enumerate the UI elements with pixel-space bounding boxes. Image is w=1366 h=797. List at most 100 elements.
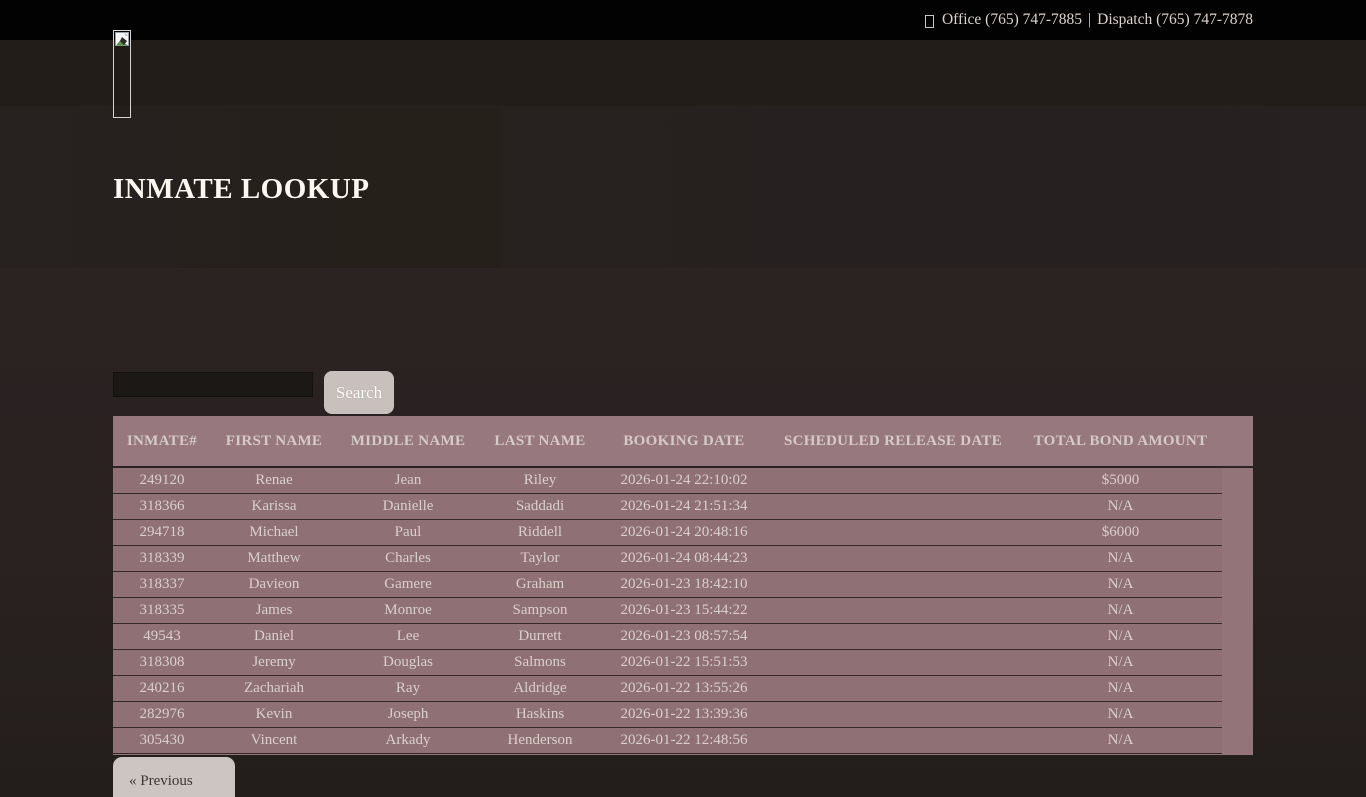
cell-last-name: Salmons [479, 654, 601, 671]
cell-booking-date: 2026-01-24 21:51:34 [601, 498, 767, 515]
cell-last-name: Taylor [479, 550, 601, 567]
column-header-middle-name: MIDDLE NAME [337, 433, 479, 450]
cell-booking-date: 2026-01-22 13:55:26 [601, 680, 767, 697]
cell-total-bond-amount: $5000 [1019, 472, 1222, 489]
page-title: INMATE LOOKUP [0, 107, 1366, 206]
search-button[interactable]: Search [324, 371, 394, 414]
cell-total-bond-amount: N/A [1019, 706, 1222, 723]
cell-middle-name: Douglas [337, 654, 479, 671]
cell-first-name: Karissa [211, 498, 337, 515]
cell-middle-name: Arkady [337, 732, 479, 749]
cell-booking-date: 2026-01-24 08:44:23 [601, 550, 767, 567]
cell-middle-name: Joseph [337, 706, 479, 723]
table-row[interactable]: 249120RenaeJeanRiley2026-01-24 22:10:02$… [113, 468, 1222, 494]
topbar: Office (765) 747-7885 | Dispatch (765) 7… [0, 0, 1366, 40]
cell-last-name: Aldridge [479, 680, 601, 697]
cell-total-bond-amount: N/A [1019, 602, 1222, 619]
cell-inmate: 305430 [113, 732, 211, 749]
cell-middle-name: Monroe [337, 602, 479, 619]
table-row[interactable]: 318366KarissaDanielleSaddadi2026-01-24 2… [113, 494, 1222, 520]
dispatch-label: Dispatch [1097, 11, 1152, 29]
cell-booking-date: 2026-01-22 15:51:53 [601, 654, 767, 671]
cell-booking-date: 2026-01-23 08:57:54 [601, 628, 767, 645]
logo-broken-image[interactable] [113, 30, 131, 118]
pagination-previous-label: « Previous [129, 773, 193, 790]
table-row[interactable]: 294718MichaelPaulRiddell2026-01-24 20:48… [113, 520, 1222, 546]
cell-total-bond-amount: $6000 [1019, 524, 1222, 541]
cell-middle-name: Jean [337, 472, 479, 489]
table-row[interactable]: 318308JeremyDouglasSalmons2026-01-22 15:… [113, 650, 1222, 676]
cell-middle-name: Charles [337, 550, 479, 567]
main-content: Search INMATE#FIRST NAMEMIDDLE NAMELAST … [0, 268, 1366, 768]
office-phone: (765) 747-7885 [985, 11, 1082, 29]
cell-booking-date: 2026-01-22 13:39:36 [601, 706, 767, 723]
cell-inmate: 49543 [113, 628, 211, 645]
cell-total-bond-amount: N/A [1019, 680, 1222, 697]
cell-last-name: Saddadi [479, 498, 601, 515]
cell-inmate: 318335 [113, 602, 211, 619]
cell-last-name: Riddell [479, 524, 601, 541]
table-row[interactable]: 318337DavieonGamereGraham2026-01-23 18:4… [113, 572, 1222, 598]
office-label: Office [942, 11, 981, 29]
table-row[interactable]: 305430VincentArkadyHenderson2026-01-22 1… [113, 728, 1222, 754]
table-row[interactable]: 282976KevinJosephHaskins2026-01-22 13:39… [113, 702, 1222, 728]
cell-first-name: Michael [211, 524, 337, 541]
column-header-booking-date: BOOKING DATE [601, 433, 767, 450]
cell-first-name: Kevin [211, 706, 337, 723]
broken-image-icon [115, 32, 130, 47]
cell-inmate: 249120 [113, 472, 211, 489]
cell-inmate: 318337 [113, 576, 211, 593]
cell-first-name: Vincent [211, 732, 337, 749]
cell-total-bond-amount: N/A [1019, 498, 1222, 515]
cell-inmate: 240216 [113, 680, 211, 697]
search-row: Search [113, 269, 1366, 414]
column-header-last-name: LAST NAME [479, 433, 601, 450]
phone-icon [925, 15, 934, 28]
search-input[interactable] [113, 372, 313, 397]
cell-middle-name: Lee [337, 628, 479, 645]
cell-booking-date: 2026-01-23 15:44:22 [601, 602, 767, 619]
cell-booking-date: 2026-01-22 12:48:56 [601, 732, 767, 749]
cell-last-name: Haskins [479, 706, 601, 723]
table-row[interactable]: 240216ZachariahRayAldridge2026-01-22 13:… [113, 676, 1222, 702]
phone-separator: | [1088, 11, 1091, 29]
cell-total-bond-amount: N/A [1019, 628, 1222, 645]
cell-last-name: Henderson [479, 732, 601, 749]
navbar [0, 40, 1366, 107]
cell-last-name: Riley [479, 472, 601, 489]
cell-middle-name: Danielle [337, 498, 479, 515]
cell-total-bond-amount: N/A [1019, 550, 1222, 567]
cell-inmate: 318308 [113, 654, 211, 671]
cell-inmate: 282976 [113, 706, 211, 723]
cell-first-name: Jeremy [211, 654, 337, 671]
column-header-scheduled-release-date: SCHEDULED RELEASE DATE [767, 433, 1019, 450]
column-header-total-bond-amount: TOTAL BOND AMOUNT [1019, 433, 1222, 450]
cell-inmate: 318339 [113, 550, 211, 567]
inmate-table: INMATE#FIRST NAMEMIDDLE NAMELAST NAMEBOO… [113, 416, 1253, 755]
cell-first-name: Matthew [211, 550, 337, 567]
hero-section: INMATE LOOKUP [0, 107, 1366, 268]
cell-total-bond-amount: N/A [1019, 654, 1222, 671]
column-header-inmate: INMATE# [113, 433, 211, 450]
table-row[interactable]: 49543DanielLeeDurrett2026-01-23 08:57:54… [113, 624, 1222, 650]
cell-first-name: Zachariah [211, 680, 337, 697]
pagination-previous-button[interactable]: « Previous [113, 757, 235, 797]
cell-last-name: Durrett [479, 628, 601, 645]
cell-booking-date: 2026-01-24 20:48:16 [601, 524, 767, 541]
cell-last-name: Graham [479, 576, 601, 593]
cell-first-name: Daniel [211, 628, 337, 645]
table-row[interactable]: 318339MatthewCharlesTaylor2026-01-24 08:… [113, 546, 1222, 572]
table-header: INMATE#FIRST NAMEMIDDLE NAMELAST NAMEBOO… [113, 416, 1253, 468]
cell-inmate: 294718 [113, 524, 211, 541]
column-header-first-name: FIRST NAME [211, 433, 337, 450]
table-header-row: INMATE#FIRST NAMEMIDDLE NAMELAST NAMEBOO… [113, 416, 1222, 466]
table-row[interactable]: 318335JamesMonroeSampson2026-01-23 15:44… [113, 598, 1222, 624]
cell-inmate: 318366 [113, 498, 211, 515]
cell-middle-name: Gamere [337, 576, 479, 593]
cell-first-name: Davieon [211, 576, 337, 593]
cell-total-bond-amount: N/A [1019, 732, 1222, 749]
cell-first-name: Renae [211, 472, 337, 489]
dispatch-phone: (765) 747-7878 [1156, 11, 1253, 29]
cell-first-name: James [211, 602, 337, 619]
cell-middle-name: Ray [337, 680, 479, 697]
